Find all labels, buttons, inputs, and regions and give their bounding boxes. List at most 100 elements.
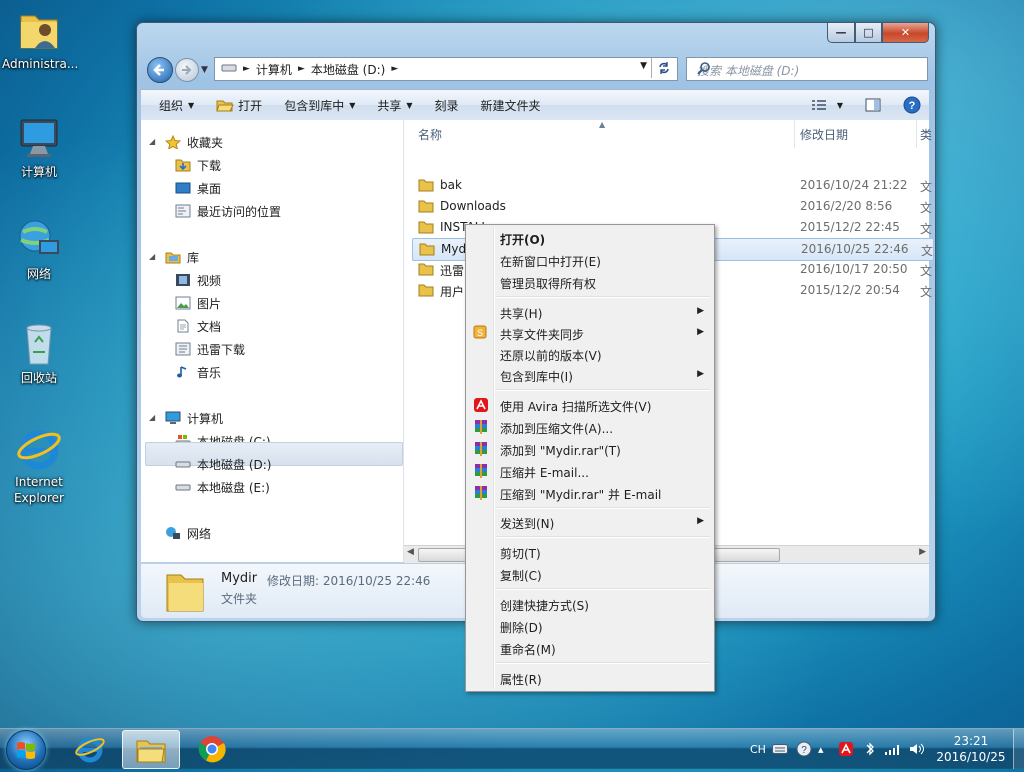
language-indicator[interactable]: CH	[750, 729, 766, 769]
nav-disk-e[interactable]: 本地磁盘 (E:)	[175, 476, 270, 498]
collapse-arrow-icon[interactable]: ◢	[149, 413, 155, 422]
avira-tray-icon[interactable]	[838, 729, 854, 769]
menu-label: 压缩到 "Mydir.rar" 并 E-mail	[500, 488, 662, 502]
organize-menu[interactable]: 组织 ▼	[141, 97, 205, 114]
menu-item-take-ownership[interactable]: 管理员取得所有权	[468, 271, 712, 293]
address-bar[interactable]: ► 计算机 ► 本地磁盘 (D:) ► ▼	[214, 57, 678, 81]
refresh-button[interactable]	[651, 58, 676, 78]
desktop-icon-internet-explorer[interactable]: Internet Explorer	[2, 424, 76, 506]
column-divider[interactable]	[794, 120, 795, 148]
network-icon	[15, 216, 63, 264]
nav-documents[interactable]: 文档	[175, 315, 221, 337]
menu-item-properties[interactable]: 属性(R)	[468, 667, 712, 689]
column-divider[interactable]	[916, 120, 917, 148]
taskbar-chrome-button[interactable]	[184, 730, 240, 767]
nav-downloads[interactable]: 下载	[175, 154, 221, 176]
menu-item-share[interactable]: 共享(H) ▶	[468, 301, 712, 323]
show-desktop-button[interactable]	[1013, 729, 1024, 769]
collapse-arrow-icon[interactable]: ◢	[149, 252, 155, 261]
menu-item-open-new-window[interactable]: 在新窗口中打开(E)	[468, 249, 712, 271]
history-dropdown[interactable]: ▼	[201, 65, 208, 75]
search-input[interactable]: 搜索 本地磁盘 (D:)	[686, 57, 928, 81]
desktop-icon-network[interactable]: 网络	[2, 216, 76, 282]
menu-item-rename[interactable]: 重命名(M)	[468, 637, 712, 659]
start-button[interactable]	[6, 730, 46, 770]
include-library-menu[interactable]: 包含到库中 ▼	[273, 97, 366, 114]
scroll-right-arrow-icon[interactable]: ▶	[919, 547, 926, 557]
nav-xunlei[interactable]: 迅雷下载	[175, 338, 245, 360]
menu-item-create-shortcut[interactable]: 创建快捷方式(S)	[468, 593, 712, 615]
column-header-name[interactable]: 名称	[418, 120, 442, 148]
help-icon[interactable]: ?	[796, 729, 812, 769]
burn-button[interactable]: 刻录	[424, 97, 470, 114]
menu-item-add-archive[interactable]: 添加到压缩文件(A)...	[468, 416, 712, 438]
desktop-icon-recycle-bin[interactable]: 回收站	[2, 320, 76, 386]
collapse-arrow-icon[interactable]: ◢	[149, 137, 155, 146]
new-folder-button[interactable]: 新建文件夹	[470, 97, 552, 114]
menu-item-cut[interactable]: 剪切(T)	[468, 541, 712, 563]
close-button[interactable]: ✕	[882, 23, 929, 43]
menu-item-compress-email[interactable]: 压缩并 E-mail...	[468, 460, 712, 482]
nav-libraries[interactable]: 库	[165, 246, 199, 268]
submenu-arrow-icon: ▶	[697, 369, 704, 379]
view-options-button[interactable]: ▼	[800, 99, 854, 111]
nav-favorites[interactable]: 收藏夹	[164, 131, 223, 153]
taskbar-clock[interactable]: 23:21 2016/10/25	[930, 733, 1012, 765]
maximize-button[interactable]: □	[855, 23, 882, 43]
menu-item-add-rar[interactable]: 添加到 "Mydir.rar"(T)	[468, 438, 712, 460]
open-button[interactable]: 打开	[205, 97, 273, 114]
file-row[interactable]: bak 2016/10/24 21:22 文	[412, 175, 932, 196]
menu-item-send-to[interactable]: 发送到(N) ▶	[468, 511, 712, 533]
desktop-icon-computer[interactable]: 计算机	[2, 114, 76, 180]
back-button[interactable]	[147, 57, 173, 83]
nav-videos[interactable]: 视频	[175, 269, 221, 291]
column-header-modified[interactable]: 修改日期	[800, 120, 848, 148]
share-menu[interactable]: 共享 ▼	[366, 97, 423, 114]
menu-item-sync-share[interactable]: S 共享文件夹同步 ▶	[468, 322, 712, 344]
show-hidden-icons-icon[interactable]: ▴	[818, 729, 824, 769]
nav-computer[interactable]: 计算机	[165, 407, 223, 429]
nav-disk-d[interactable]: 本地磁盘 (D:)	[175, 453, 271, 475]
file-name: 迅雷	[440, 264, 465, 278]
wifi-signal-icon[interactable]	[884, 729, 902, 769]
menu-item-compress-rar-email[interactable]: 压缩到 "Mydir.rar" 并 E-mail	[468, 482, 712, 504]
caret-down-icon: ▼	[349, 100, 356, 110]
file-row[interactable]: Downloads 2016/2/20 8:56 文	[412, 196, 932, 217]
menu-item-delete[interactable]: 删除(D)	[468, 615, 712, 637]
breadcrumb-disk-d[interactable]: 本地磁盘 (D:)	[311, 61, 385, 78]
xunlei-folder-icon	[175, 342, 191, 356]
menu-label: 管理员取得所有权	[500, 277, 597, 291]
menu-item-copy[interactable]: 复制(C)	[468, 563, 712, 585]
menu-label: 删除(D)	[500, 621, 543, 635]
taskbar-ie-button[interactable]	[62, 730, 118, 767]
help-button[interactable]: ?	[892, 96, 929, 114]
nav-recent[interactable]: 最近访问的位置	[175, 200, 281, 222]
volume-icon[interactable]	[908, 729, 926, 769]
bluetooth-icon[interactable]	[864, 729, 876, 769]
nav-pictures[interactable]: 图片	[175, 292, 221, 314]
column-header-type[interactable]: 类	[920, 120, 932, 148]
menu-label: 创建快捷方式(S)	[500, 599, 589, 613]
nav-music[interactable]: 音乐	[175, 361, 221, 383]
preview-pane-button[interactable]	[854, 98, 892, 112]
nav-network[interactable]: 网络	[165, 522, 211, 544]
taskbar-explorer-button[interactable]	[122, 730, 180, 769]
chevron-right-icon[interactable]: ►	[298, 64, 305, 74]
desktop-icon-administrator[interactable]: Administra...	[2, 6, 78, 72]
menu-item-open[interactable]: 打开(O)	[468, 227, 712, 249]
scroll-left-arrow-icon[interactable]: ◀	[407, 547, 414, 557]
chevron-right-icon[interactable]: ►	[391, 64, 398, 74]
menu-item-restore-versions[interactable]: 还原以前的版本(V)	[468, 343, 712, 365]
search-icon[interactable]	[697, 61, 922, 78]
forward-button[interactable]	[175, 58, 199, 82]
menu-item-avira-scan[interactable]: 使用 Avira 扫描所选文件(V)	[468, 394, 712, 416]
chevron-right-icon[interactable]: ►	[243, 64, 250, 74]
nav-desktop[interactable]: 桌面	[175, 177, 221, 199]
new-folder-label: 新建文件夹	[480, 98, 541, 113]
keyboard-icon[interactable]	[772, 729, 788, 769]
breadcrumb-computer[interactable]: 计算机	[256, 61, 292, 78]
menu-item-include-library[interactable]: 包含到库中(I) ▶	[468, 364, 712, 386]
clock-date: 2016/10/25	[936, 750, 1006, 764]
address-dropdown[interactable]: ▼	[640, 61, 647, 71]
minimize-button[interactable]: —	[827, 23, 855, 43]
